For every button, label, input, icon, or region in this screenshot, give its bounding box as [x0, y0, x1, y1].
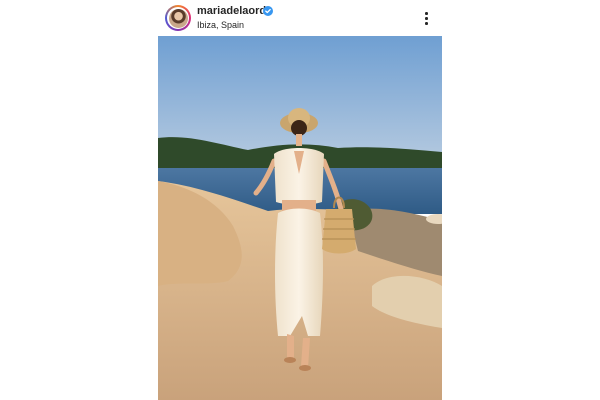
more-options-icon[interactable]: [416, 8, 436, 28]
post-username[interactable]: mariadelaord: [197, 5, 266, 17]
profile-avatar[interactable]: [165, 5, 191, 31]
post-header: mariadelaord Ibiza, Spain: [158, 0, 442, 36]
post-location[interactable]: Ibiza, Spain: [197, 20, 244, 30]
instagram-post: mariadelaord Ibiza, Spain: [158, 0, 442, 400]
verified-badge-icon: [263, 6, 273, 16]
avatar-photo: [168, 8, 188, 28]
post-photo[interactable]: [158, 36, 442, 400]
avatar-ring-inner: [167, 7, 189, 29]
